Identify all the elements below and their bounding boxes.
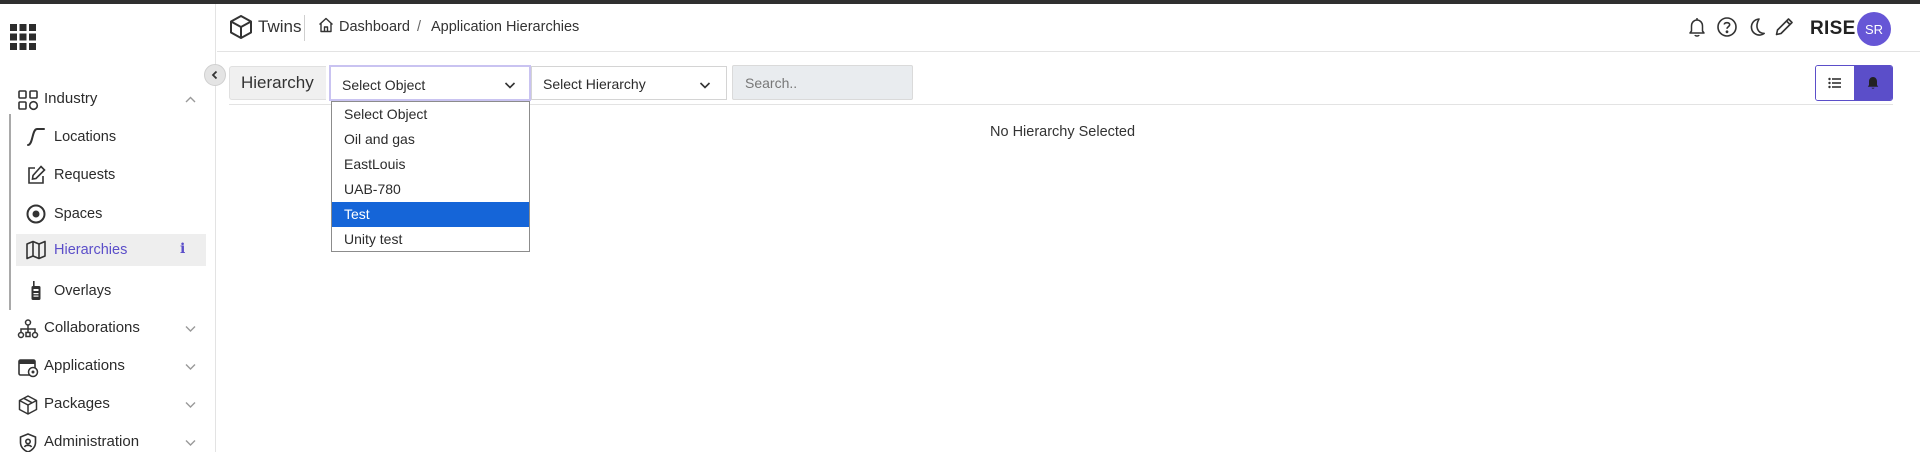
submenu-guide-line — [9, 114, 11, 310]
alerts-view-button[interactable] — [1854, 66, 1892, 100]
info-icon[interactable]: i — [180, 241, 185, 257]
empty-state-message: No Hierarchy Selected — [990, 124, 1136, 140]
dropdown-option[interactable]: EastLouis — [332, 152, 529, 177]
sidebar-group-collaborations[interactable]: Collaborations — [0, 312, 216, 344]
list-icon — [1828, 77, 1841, 89]
hierarchy-select[interactable]: Select Hierarchy — [531, 66, 727, 100]
dropdown-option[interactable]: Oil and gas — [332, 127, 529, 152]
object-select-dropdown: Select Object Oil and gas EastLouis UAB-… — [331, 101, 530, 252]
sidebar-group-label: Industry — [44, 90, 98, 107]
sidebar-item-locations[interactable]: Locations — [16, 121, 206, 153]
home-icon[interactable] — [318, 17, 334, 33]
dropdown-option[interactable]: UAB-780 — [332, 177, 529, 202]
sidebar-item-label: Hierarchies — [54, 242, 128, 258]
applications-icon — [17, 356, 39, 378]
object-select-value: Select Object — [342, 77, 426, 93]
target-icon — [25, 203, 47, 225]
dropdown-option-highlighted[interactable]: Test — [332, 202, 529, 227]
walkie-talkie-icon — [25, 280, 47, 302]
hierarchy-label: Hierarchy — [229, 66, 326, 100]
sidebar-item-label: Requests — [54, 167, 116, 183]
sidebar-group-industry[interactable]: Industry — [0, 83, 216, 115]
chevron-down-icon — [503, 78, 517, 92]
sidebar-item-label: Spaces — [54, 206, 103, 222]
sidebar-item-overlays[interactable]: Overlays — [16, 275, 206, 307]
sidebar: Industry Locations Requests Spaces Hiera… — [0, 4, 216, 452]
chevron-down-icon — [184, 360, 197, 373]
breadcrumb-dashboard[interactable]: Dashboard — [339, 19, 410, 35]
chevron-left-icon — [211, 70, 218, 80]
sidebar-group-label: Applications — [44, 357, 125, 374]
sidebar-item-label: Overlays — [54, 283, 112, 299]
sidebar-collapse-button[interactable] — [204, 64, 226, 86]
list-view-button[interactable] — [1816, 66, 1854, 100]
dropdown-option[interactable]: Select Object — [332, 102, 529, 127]
sidebar-group-administration[interactable]: Administration — [0, 426, 216, 452]
notifications-bell-icon[interactable] — [1686, 16, 1708, 38]
chevron-down-icon — [184, 398, 197, 411]
brand-name[interactable]: Twins — [258, 17, 301, 37]
shield-icon — [17, 432, 39, 452]
user-avatar[interactable]: SR — [1857, 12, 1891, 46]
dropdown-option[interactable]: Unity test — [332, 227, 529, 252]
sidebar-group-label: Collaborations — [44, 319, 140, 336]
sidebar-group-label: Administration — [44, 433, 140, 450]
sidebar-item-hierarchies[interactable]: Hierarchies i — [16, 234, 206, 266]
grid-icon — [17, 89, 39, 111]
package-icon — [17, 394, 39, 416]
map-icon — [25, 239, 47, 261]
chevron-down-icon — [184, 322, 197, 335]
network-icon — [17, 318, 39, 340]
sidebar-item-label: Locations — [54, 129, 117, 145]
breadcrumb-current: Application Hierarchies — [431, 19, 580, 35]
sidebar-group-applications[interactable]: Applications — [0, 350, 216, 382]
header-divider — [304, 15, 305, 41]
help-icon[interactable] — [1716, 16, 1738, 38]
sidebar-item-requests[interactable]: Requests — [16, 159, 206, 191]
sidebar-group-label: Packages — [44, 395, 110, 412]
hierarchy-select-value: Select Hierarchy — [543, 76, 646, 92]
top-header: Twins Dashboard / Application Hierarchie… — [217, 4, 1920, 52]
edit-icon — [25, 164, 47, 186]
curve-icon — [25, 126, 47, 148]
edit-pencil-icon[interactable] — [1773, 16, 1795, 38]
chevron-down-icon — [698, 78, 712, 92]
object-select[interactable]: Select Object — [329, 65, 531, 101]
organization-name[interactable]: RISE — [1810, 18, 1856, 40]
app-launcher-icon[interactable] — [9, 23, 37, 51]
search-input[interactable] — [732, 65, 913, 100]
bell-icon — [1867, 77, 1879, 89]
chevron-down-icon — [184, 436, 197, 449]
view-toggle — [1815, 65, 1893, 101]
breadcrumb-separator: / — [417, 19, 422, 35]
sidebar-group-packages[interactable]: Packages — [0, 388, 216, 420]
twins-logo-icon[interactable] — [228, 14, 254, 40]
chevron-up-icon — [184, 93, 197, 106]
dark-mode-moon-icon[interactable] — [1745, 16, 1767, 38]
sidebar-item-spaces[interactable]: Spaces — [16, 198, 206, 230]
